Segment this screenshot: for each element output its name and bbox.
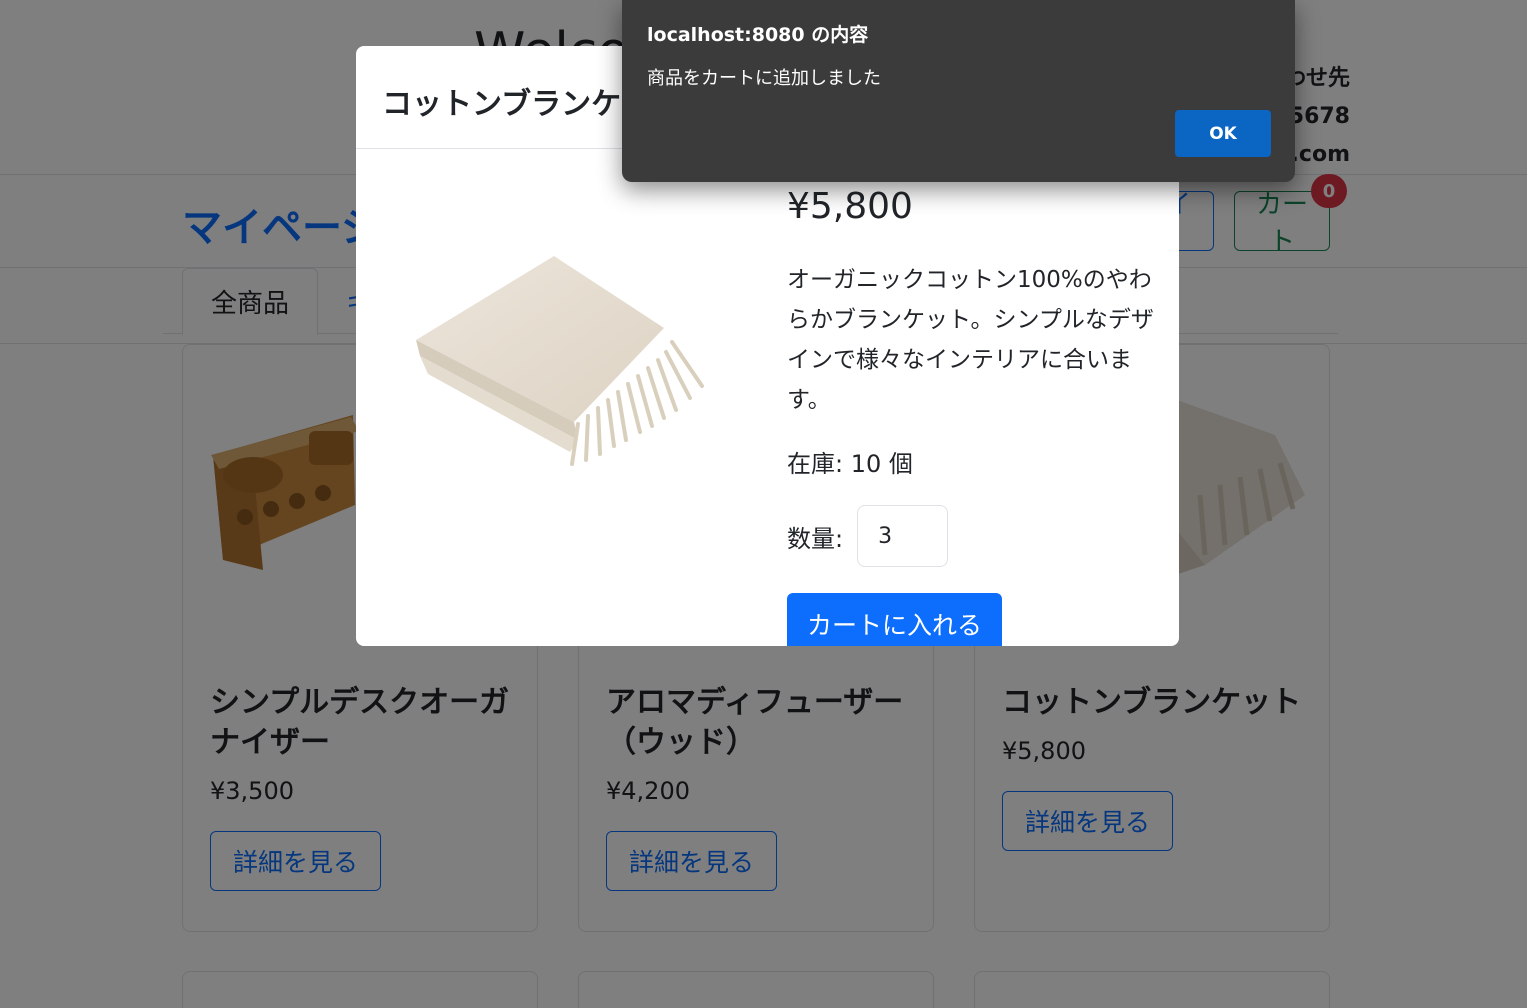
quantity-input[interactable] bbox=[857, 505, 949, 567]
blanket-image bbox=[416, 256, 704, 466]
ok-button[interactable]: OK bbox=[1175, 110, 1271, 157]
alert-message: 商品をカートに追加しました bbox=[647, 68, 881, 89]
modal-details: ¥5,800 オーガニックコットン100%のやわらかブランケット。シンプルなデザ… bbox=[787, 184, 1157, 646]
alert-title: localhost:8080 の内容 bbox=[647, 24, 869, 46]
add-to-cart-button[interactable]: カートに入れる bbox=[787, 593, 1003, 646]
modal-price: ¥5,800 bbox=[787, 186, 913, 227]
stock-text: 在庫: 10 個 bbox=[787, 450, 913, 478]
modal-description: オーガニックコットン100%のやわらかブランケット。シンプルなデザインで様々なイ… bbox=[787, 267, 1154, 413]
quantity-label: 数量: bbox=[787, 524, 844, 553]
quantity-row: 数量: bbox=[787, 505, 1157, 567]
browser-alert-dialog: localhost:8080 の内容 商品をカートに追加しました OK bbox=[622, 0, 1295, 182]
